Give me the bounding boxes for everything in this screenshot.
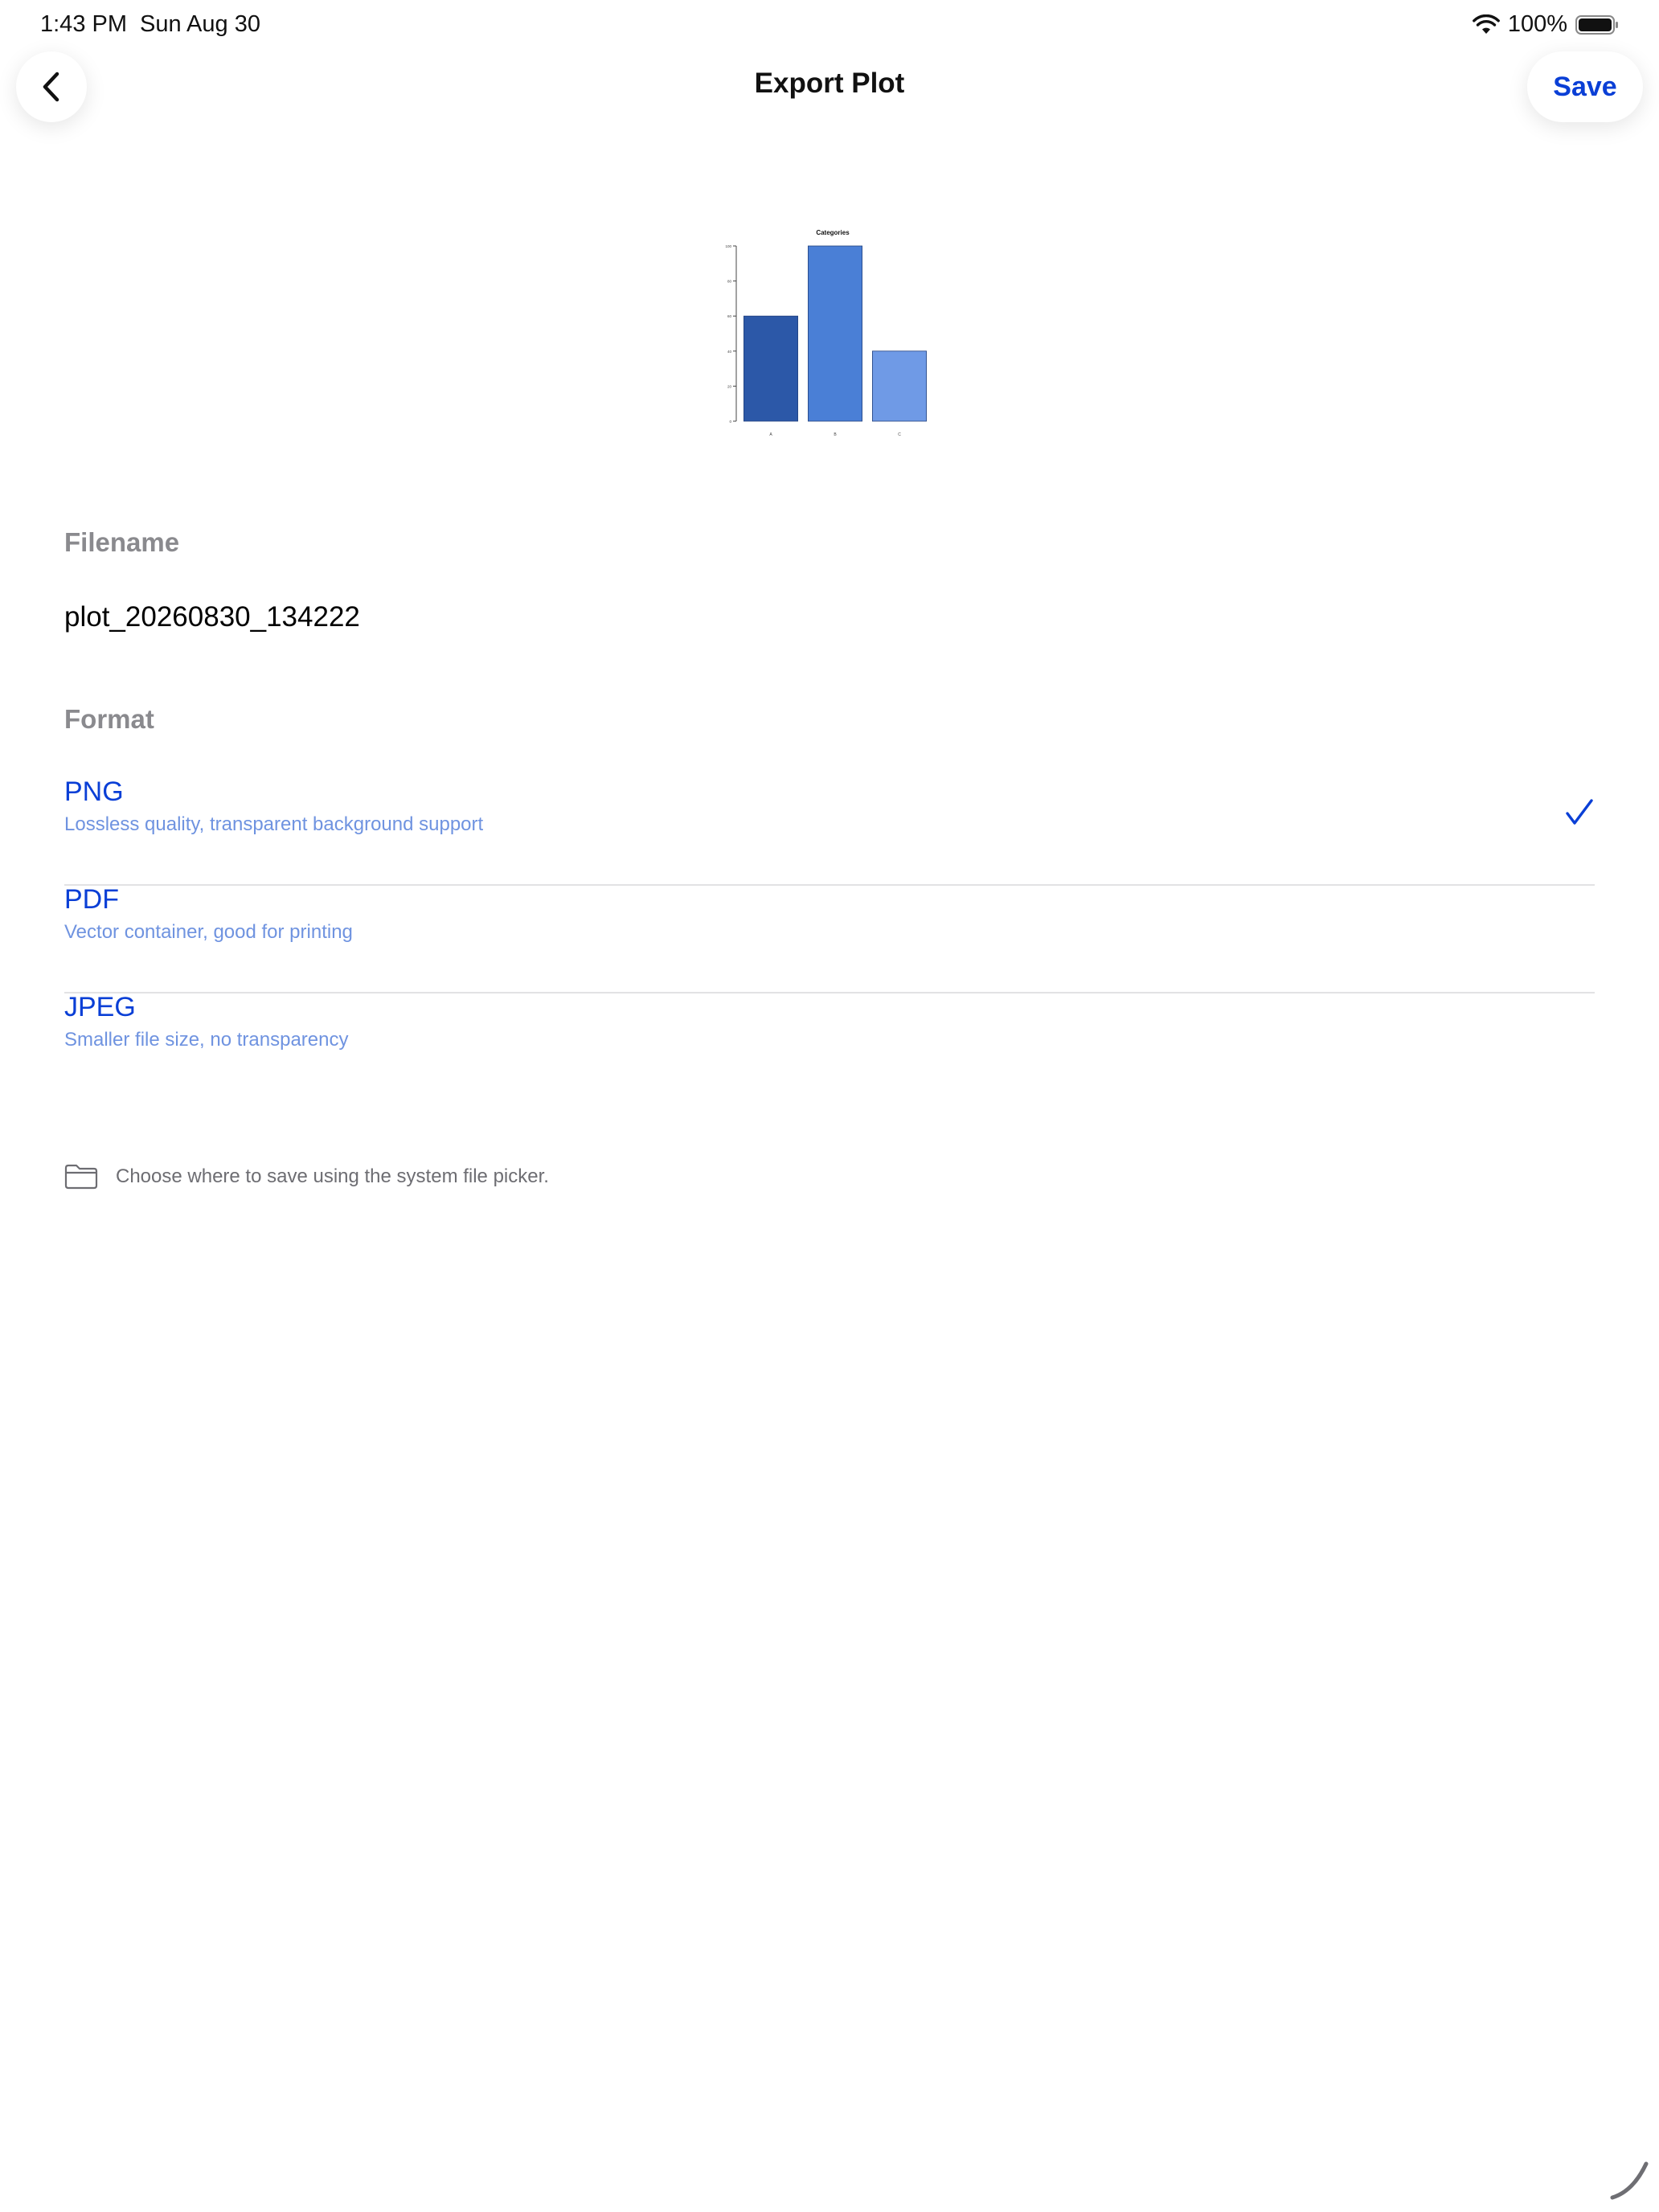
format-section-label: Format (64, 704, 154, 734)
page-title: Export Plot (754, 68, 905, 99)
format-option-name: PNG (64, 776, 124, 807)
chart-y-tick-label: 20 (727, 384, 732, 388)
chart-y-tick-label: 40 (727, 350, 732, 354)
chart-title: Categories (816, 229, 850, 236)
filename-section-label: Filename (64, 527, 180, 557)
filename-input[interactable]: plot_20260830_134222 (64, 601, 360, 633)
chart-x-tick-label: B (834, 432, 837, 437)
format-option-description: Lossless quality, transparent background… (64, 813, 484, 835)
status-indicators: 100% (1472, 11, 1619, 38)
format-option-png[interactable]: PNG Lossless quality, transparent backgr… (64, 776, 1595, 886)
chart-y-tick-label: 60 (727, 314, 732, 318)
status-date: Sun Aug 30 (140, 11, 260, 37)
battery-percentage: 100% (1507, 11, 1567, 37)
chart-y-tick-label: 100 (725, 244, 731, 248)
chart-y-tick-label: 80 (727, 280, 732, 284)
plot-preview-chart: Categories 0 20 40 60 80 100 A B C (725, 229, 927, 437)
chart-bar (808, 245, 862, 422)
folder-icon (64, 1164, 98, 1190)
format-option-description: Smaller file size, no transparency (64, 1029, 349, 1051)
chart-bar (871, 350, 927, 422)
file-picker-hint: Choose where to save using the system fi… (64, 1161, 549, 1193)
hint-text: Choose where to save using the system fi… (116, 1165, 549, 1187)
chart-x-tick-label: C (898, 432, 901, 437)
pencil-hover-indicator-icon (1610, 2161, 1649, 2200)
chart-y-tick-label: 0 (729, 420, 731, 424)
format-option-description: Vector container, good for printing (64, 921, 353, 943)
format-option-name: JPEG (64, 992, 136, 1022)
chart-bar (743, 315, 798, 422)
checkmark-icon (1566, 799, 1593, 825)
format-option-pdf[interactable]: PDF Vector container, good for printing (64, 884, 1595, 993)
status-time: 1:43 PM (40, 11, 127, 37)
format-option-jpeg[interactable]: JPEG Smaller file size, no transparency (64, 992, 1595, 1100)
export-plot-screen: 1:43 PM Sun Aug 30 100% Export Plot Save… (0, 0, 1659, 2212)
wifi-icon (1472, 14, 1500, 34)
battery-icon (1575, 14, 1618, 35)
status-bar: 1:43 PM Sun Aug 30 100% (0, 0, 1659, 51)
format-option-name: PDF (64, 884, 119, 915)
chart-x-tick-label: A (769, 432, 772, 437)
save-button[interactable]: Save (1527, 51, 1643, 122)
